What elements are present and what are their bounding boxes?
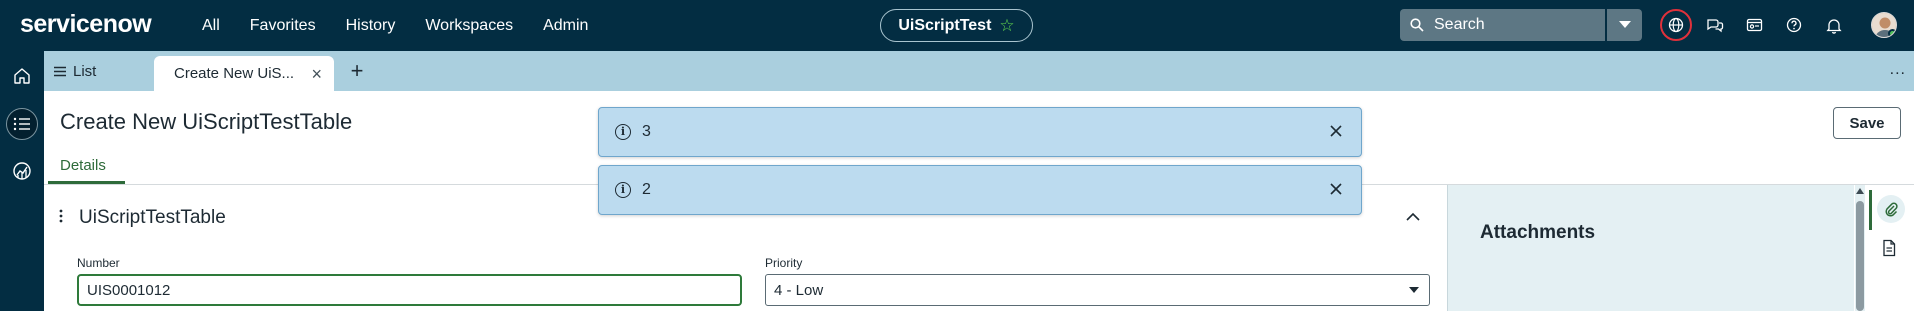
priority-label: Priority (765, 256, 803, 270)
nav-admin[interactable]: Admin (543, 17, 588, 35)
notification-message: 2 (642, 181, 651, 198)
close-icon[interactable] (1327, 122, 1345, 140)
nav-workspaces[interactable]: Workspaces (425, 17, 513, 35)
search-scope-dropdown[interactable] (1607, 9, 1642, 41)
add-tab-button[interactable]: + (343, 57, 371, 85)
panel-scrollbar[interactable] (1855, 185, 1865, 311)
page-title: Create New UiScriptTestTable (60, 109, 353, 134)
globe-icon[interactable] (1664, 13, 1688, 37)
analytics-icon[interactable] (6, 155, 38, 187)
scrollbar-thumb[interactable] (1856, 201, 1864, 311)
tab-strip: List Create New UiS... × + ... (44, 51, 1914, 91)
servicenow-logo[interactable]: servicenow (20, 10, 152, 39)
tab-list[interactable]: List (54, 51, 96, 91)
tab-create-new-label: Create New UiS... (174, 65, 295, 82)
info-icon: i (615, 182, 631, 198)
info-notification: i 3 (598, 107, 1362, 157)
priority-value: 4 - Low (774, 281, 824, 299)
search-placeholder: Search (1434, 16, 1485, 33)
attachments-panel (1447, 185, 1854, 311)
left-rail (0, 51, 44, 311)
nav-favorites[interactable]: Favorites (250, 17, 316, 35)
number-field[interactable] (77, 274, 742, 306)
scroll-up-arrow[interactable] (1856, 188, 1864, 194)
presence-indicator (1888, 29, 1896, 37)
notification-message: 3 (642, 123, 651, 140)
nav-history[interactable]: History (346, 17, 396, 35)
hamburger-icon (54, 66, 66, 76)
list-icon[interactable] (6, 108, 38, 140)
paperclip-icon[interactable] (1877, 195, 1905, 223)
more-options-icon[interactable]: ... (1890, 61, 1906, 79)
scope-name: UiScriptTest (898, 16, 992, 34)
info-icon: i (615, 124, 631, 140)
home-icon[interactable] (6, 60, 38, 92)
close-tab-icon[interactable]: × (311, 64, 322, 85)
user-avatar[interactable] (1871, 12, 1897, 38)
application-scope-pill[interactable]: UiScriptTest ☆ (880, 9, 1033, 42)
tab-create-new-record[interactable]: Create New UiS... × (154, 56, 334, 91)
chat-icon[interactable] (1703, 13, 1727, 37)
save-button[interactable]: Save (1833, 107, 1901, 139)
help-icon[interactable] (1782, 13, 1806, 37)
nav-all[interactable]: All (202, 17, 220, 35)
chevron-up-icon[interactable] (1405, 209, 1425, 225)
top-nav: All Favorites History Workspaces Admin (202, 0, 618, 51)
bell-icon[interactable] (1822, 13, 1846, 37)
section-title: UiScriptTestTable (79, 207, 226, 228)
attachments-title: Attachments (1480, 222, 1596, 243)
caret-down-icon (1618, 21, 1631, 28)
star-icon[interactable]: ☆ (999, 16, 1014, 36)
section-menu-icon[interactable] (59, 209, 63, 223)
caret-down-icon (1409, 287, 1419, 293)
global-search-input[interactable]: Search (1400, 9, 1605, 41)
document-icon[interactable] (1882, 239, 1900, 259)
info-notification: i 2 (598, 165, 1362, 215)
close-icon[interactable] (1327, 180, 1345, 198)
search-icon (1410, 18, 1424, 32)
priority-select[interactable]: 4 - Low (765, 274, 1430, 306)
tab-list-label: List (73, 62, 97, 80)
number-label: Number (77, 256, 120, 270)
top-header: servicenow All Favorites History Workspa… (0, 0, 1914, 51)
contextual-side-rail (1866, 185, 1914, 311)
tab-details[interactable]: Details (60, 157, 106, 174)
active-indicator (1869, 190, 1872, 230)
workspace-card-icon[interactable] (1743, 13, 1767, 37)
